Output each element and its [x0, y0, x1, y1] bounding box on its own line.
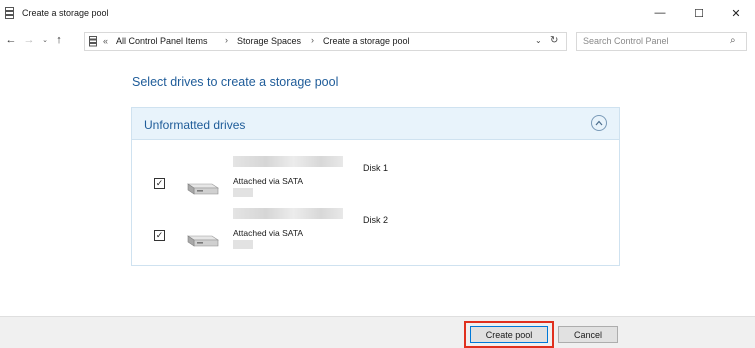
redacted-drive-size [233, 240, 253, 249]
storage-spaces-icon [89, 36, 97, 47]
panel-title: Unformatted drives [144, 118, 246, 132]
forward-button[interactable]: → [22, 33, 36, 47]
maximize-button[interactable]: ☐ [679, 0, 719, 26]
breadcrumb-storage-spaces[interactable]: Storage Spaces [237, 36, 301, 46]
disk-label: Disk 1 [363, 163, 389, 173]
page-heading: Select drives to create a storage pool [132, 75, 339, 89]
up-button[interactable]: ↑ [52, 33, 66, 47]
window-title: Create a storage pool [22, 8, 109, 18]
drive-checkbox[interactable]: ✓ [154, 178, 165, 189]
title-bar: Create a storage pool — ☐ ✕ [0, 0, 755, 26]
navigation-bar: ← → ⌄ ↑ « All Control Panel Items › Stor… [0, 27, 755, 55]
breadcrumb-separator-icon[interactable]: › [225, 35, 228, 45]
drive-connection-text: Attached via SATA [233, 176, 304, 186]
arrow-left-icon: ← [5, 34, 17, 46]
hard-drive-icon [187, 183, 219, 195]
drive-item-disk-1: ✓ Attached via SATA Disk 1 [132, 156, 619, 206]
cancel-button[interactable]: Cancel [558, 326, 618, 343]
maximize-icon: ☐ [694, 7, 704, 20]
back-button[interactable]: ← [4, 33, 18, 47]
redacted-drive-name [233, 208, 343, 219]
recent-locations-button[interactable]: ⌄ [38, 33, 52, 47]
disk-label: Disk 2 [363, 215, 389, 225]
create-pool-button[interactable]: Create pool [470, 326, 548, 343]
redacted-drive-size [233, 188, 253, 197]
breadcrumb-overflow-icon[interactable]: « [103, 36, 108, 46]
address-bar[interactable]: « All Control Panel Items › Storage Spac… [84, 32, 567, 51]
arrow-up-icon: ↑ [56, 34, 62, 46]
checkmark-icon: ✓ [155, 178, 164, 188]
chevron-up-icon [595, 120, 603, 126]
breadcrumb-create-storage-pool[interactable]: Create a storage pool [323, 36, 410, 46]
refresh-icon[interactable]: ↻ [550, 35, 558, 46]
search-input[interactable]: Search Control Panel [583, 36, 669, 46]
search-box[interactable]: Search Control Panel ⌕ [576, 32, 747, 51]
footer-bar: Create pool Cancel [0, 316, 755, 348]
breadcrumb-all-control-panel-items[interactable]: All Control Panel Items [116, 36, 208, 46]
drive-checkbox[interactable]: ✓ [154, 230, 165, 241]
arrow-right-icon: → [23, 34, 35, 46]
close-icon: ✕ [731, 7, 741, 20]
unformatted-drives-panel: Unformatted drives ✓ Attached via SATA D… [131, 107, 620, 266]
minimize-icon: — [654, 7, 666, 19]
collapse-button[interactable] [591, 115, 607, 131]
minimize-button[interactable]: — [640, 0, 680, 26]
drive-item-disk-2: ✓ Attached via SATA Disk 2 [132, 208, 619, 258]
chevron-down-icon: ⌄ [42, 37, 48, 44]
hard-drive-icon [187, 235, 219, 247]
panel-header[interactable]: Unformatted drives [132, 108, 619, 140]
address-dropdown-icon[interactable]: ⌄ [535, 36, 542, 45]
drive-connection-text: Attached via SATA [233, 228, 304, 238]
storage-spaces-icon [5, 7, 14, 19]
breadcrumb-separator-icon[interactable]: › [311, 35, 314, 45]
redacted-drive-name [233, 156, 343, 167]
checkmark-icon: ✓ [155, 230, 164, 240]
search-icon[interactable]: ⌕ [730, 35, 736, 46]
close-button[interactable]: ✕ [716, 0, 755, 26]
